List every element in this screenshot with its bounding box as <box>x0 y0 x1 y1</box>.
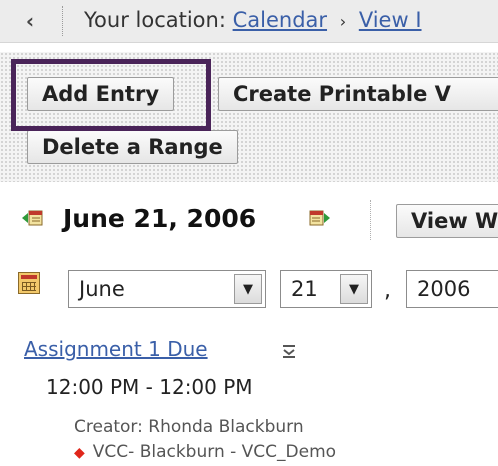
year-select[interactable]: 2006 <box>406 270 498 308</box>
day-value: 21 <box>291 277 318 301</box>
view-week-button[interactable]: View W <box>396 204 498 238</box>
breadcrumb-calendar-link[interactable]: Calendar <box>233 8 327 32</box>
next-day-icon[interactable] <box>308 209 330 227</box>
month-select[interactable]: June ▼ <box>68 270 266 308</box>
calendar-icon[interactable] <box>18 272 40 294</box>
event-title-link[interactable]: Assignment 1 Due <box>24 337 208 361</box>
date-picker: June ▼ 21 ▼ , 2006 <box>0 262 498 312</box>
event-time: 12:00 PM - 12:00 PM <box>46 375 253 399</box>
diamond-icon: ◆ <box>74 445 85 461</box>
event-item: Assignment 1 Due 12:00 PM - 12:00 PM Cre… <box>24 337 336 462</box>
event-creator: Creator: Rhonda Blackburn <box>74 417 304 437</box>
date-title: June 21, 2006 <box>63 204 257 233</box>
event-details: Creator: Rhonda Blackburn ◆ VCC- Blackbur… <box>74 415 336 466</box>
chevron-down-icon: ▼ <box>234 274 262 304</box>
add-entry-button[interactable]: Add Entry <box>27 77 175 111</box>
date-separator: , <box>384 278 391 303</box>
toolbar: Add Entry Create Printable V Delete a Ra… <box>0 52 498 182</box>
day-select[interactable]: 21 ▼ <box>280 270 372 308</box>
divider <box>370 200 371 240</box>
delete-range-button[interactable]: Delete a Range <box>27 130 238 164</box>
chevron-left-icon: ‹ <box>25 9 35 33</box>
month-value: June <box>79 277 125 301</box>
year-value: 2006 <box>417 277 471 301</box>
breadcrumb-divider <box>62 6 63 36</box>
menu-dropdown-icon[interactable] <box>278 340 300 362</box>
date-navigation: June 21, 2006 View W <box>0 196 498 246</box>
breadcrumb-separator-icon: › <box>339 12 347 31</box>
breadcrumb-bar: ‹ Your location: Calendar › View I <box>0 0 498 43</box>
previous-day-icon[interactable] <box>22 209 44 227</box>
create-printable-button[interactable]: Create Printable V <box>218 77 498 111</box>
breadcrumb: Your location: Calendar › View I <box>84 8 422 32</box>
breadcrumb-prefix: Your location: <box>84 8 226 32</box>
breadcrumb-view-link[interactable]: View I <box>359 8 422 32</box>
event-course: ◆ VCC- Blackburn - VCC_Demo <box>74 440 336 466</box>
chevron-down-icon: ▼ <box>340 274 368 304</box>
back-button[interactable]: ‹ <box>18 9 42 33</box>
event-course-label: VCC- Blackburn - VCC_Demo <box>92 442 337 462</box>
